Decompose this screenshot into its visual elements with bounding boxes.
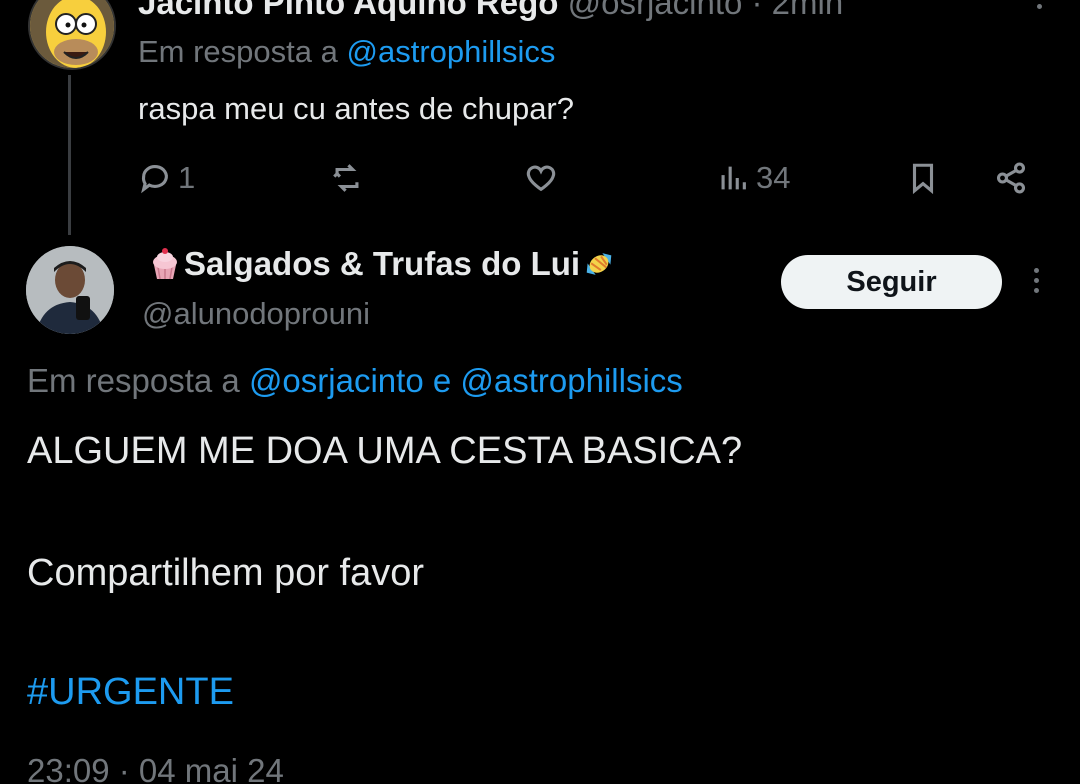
tweet-text-line-2: Compartilhem por favor [27, 552, 425, 594]
follow-button[interactable]: Seguir [781, 255, 1002, 309]
thread-connector-line [68, 75, 71, 235]
bookmark-icon [912, 163, 934, 195]
main-handle[interactable]: @alunodoprouni [142, 296, 370, 332]
main-display-name-text: Salgados & Trufas do Lui [184, 245, 581, 282]
parent-reply-to: Em resposta a @astrophillsics [138, 34, 555, 70]
main-reply-conjunction: e [432, 362, 452, 399]
avatar-lui[interactable] [26, 246, 114, 334]
cupcake-icon [153, 248, 177, 280]
share-icon [996, 162, 1026, 194]
reply-icon [141, 165, 168, 194]
reply-count: 1 [178, 160, 196, 195]
tweet-hashtag[interactable]: #URGENTE [27, 671, 234, 714]
view-count: 34 [756, 160, 791, 195]
parent-action-bar: 1 34 [138, 156, 1038, 200]
retweet-icon [333, 164, 359, 192]
views-button[interactable]: 34 [716, 156, 790, 200]
tweet-text-line-1: ALGUEM ME DOA UMA CESTA BASICA? [27, 430, 743, 472]
parent-reply-text: raspa meu cu antes de chupar? [138, 91, 574, 126]
avatar-jacinto[interactable] [28, 0, 116, 70]
share-button[interactable] [994, 156, 1028, 200]
main-reply-mention-1[interactable]: @osrjacinto [249, 362, 424, 399]
homer-avatar-image [30, 0, 114, 68]
reply-button[interactable]: 1 [138, 156, 195, 200]
parent-reply-header: Jacinto Pinto Aquino Rego @osrjacinto · … [138, 0, 843, 24]
candy-icon [586, 253, 612, 275]
main-reply-prefix: Em resposta a [27, 362, 240, 399]
profile-photo-image [26, 246, 114, 334]
retweet-button[interactable] [330, 156, 370, 200]
like-icon [526, 165, 556, 192]
parent-more-icon[interactable] [1033, 0, 1045, 14]
tweet-timestamp[interactable]: 23:09 · 04 mai 24 [27, 752, 284, 784]
tweet-detail-page: Jacinto Pinto Aquino Rego @osrjacinto · … [0, 0, 1080, 784]
parent-reply-prefix: Em resposta a [138, 34, 338, 69]
main-more-icon[interactable] [1030, 268, 1042, 298]
parent-handle-time: @osrjacinto · 2min [567, 0, 844, 21]
like-button[interactable] [524, 156, 564, 200]
parent-reply-mention[interactable]: @astrophillsics [347, 34, 556, 69]
main-reply-mention-2[interactable]: @astrophillsics [460, 362, 682, 399]
parent-display-name[interactable]: Jacinto Pinto Aquino Rego [138, 0, 558, 21]
views-icon [721, 166, 746, 190]
bookmark-button[interactable] [906, 156, 940, 200]
main-reply-to: Em resposta a @osrjacinto e @astrophills… [27, 362, 683, 400]
main-display-name[interactable]: Salgados & Trufas do Lui [146, 245, 618, 283]
